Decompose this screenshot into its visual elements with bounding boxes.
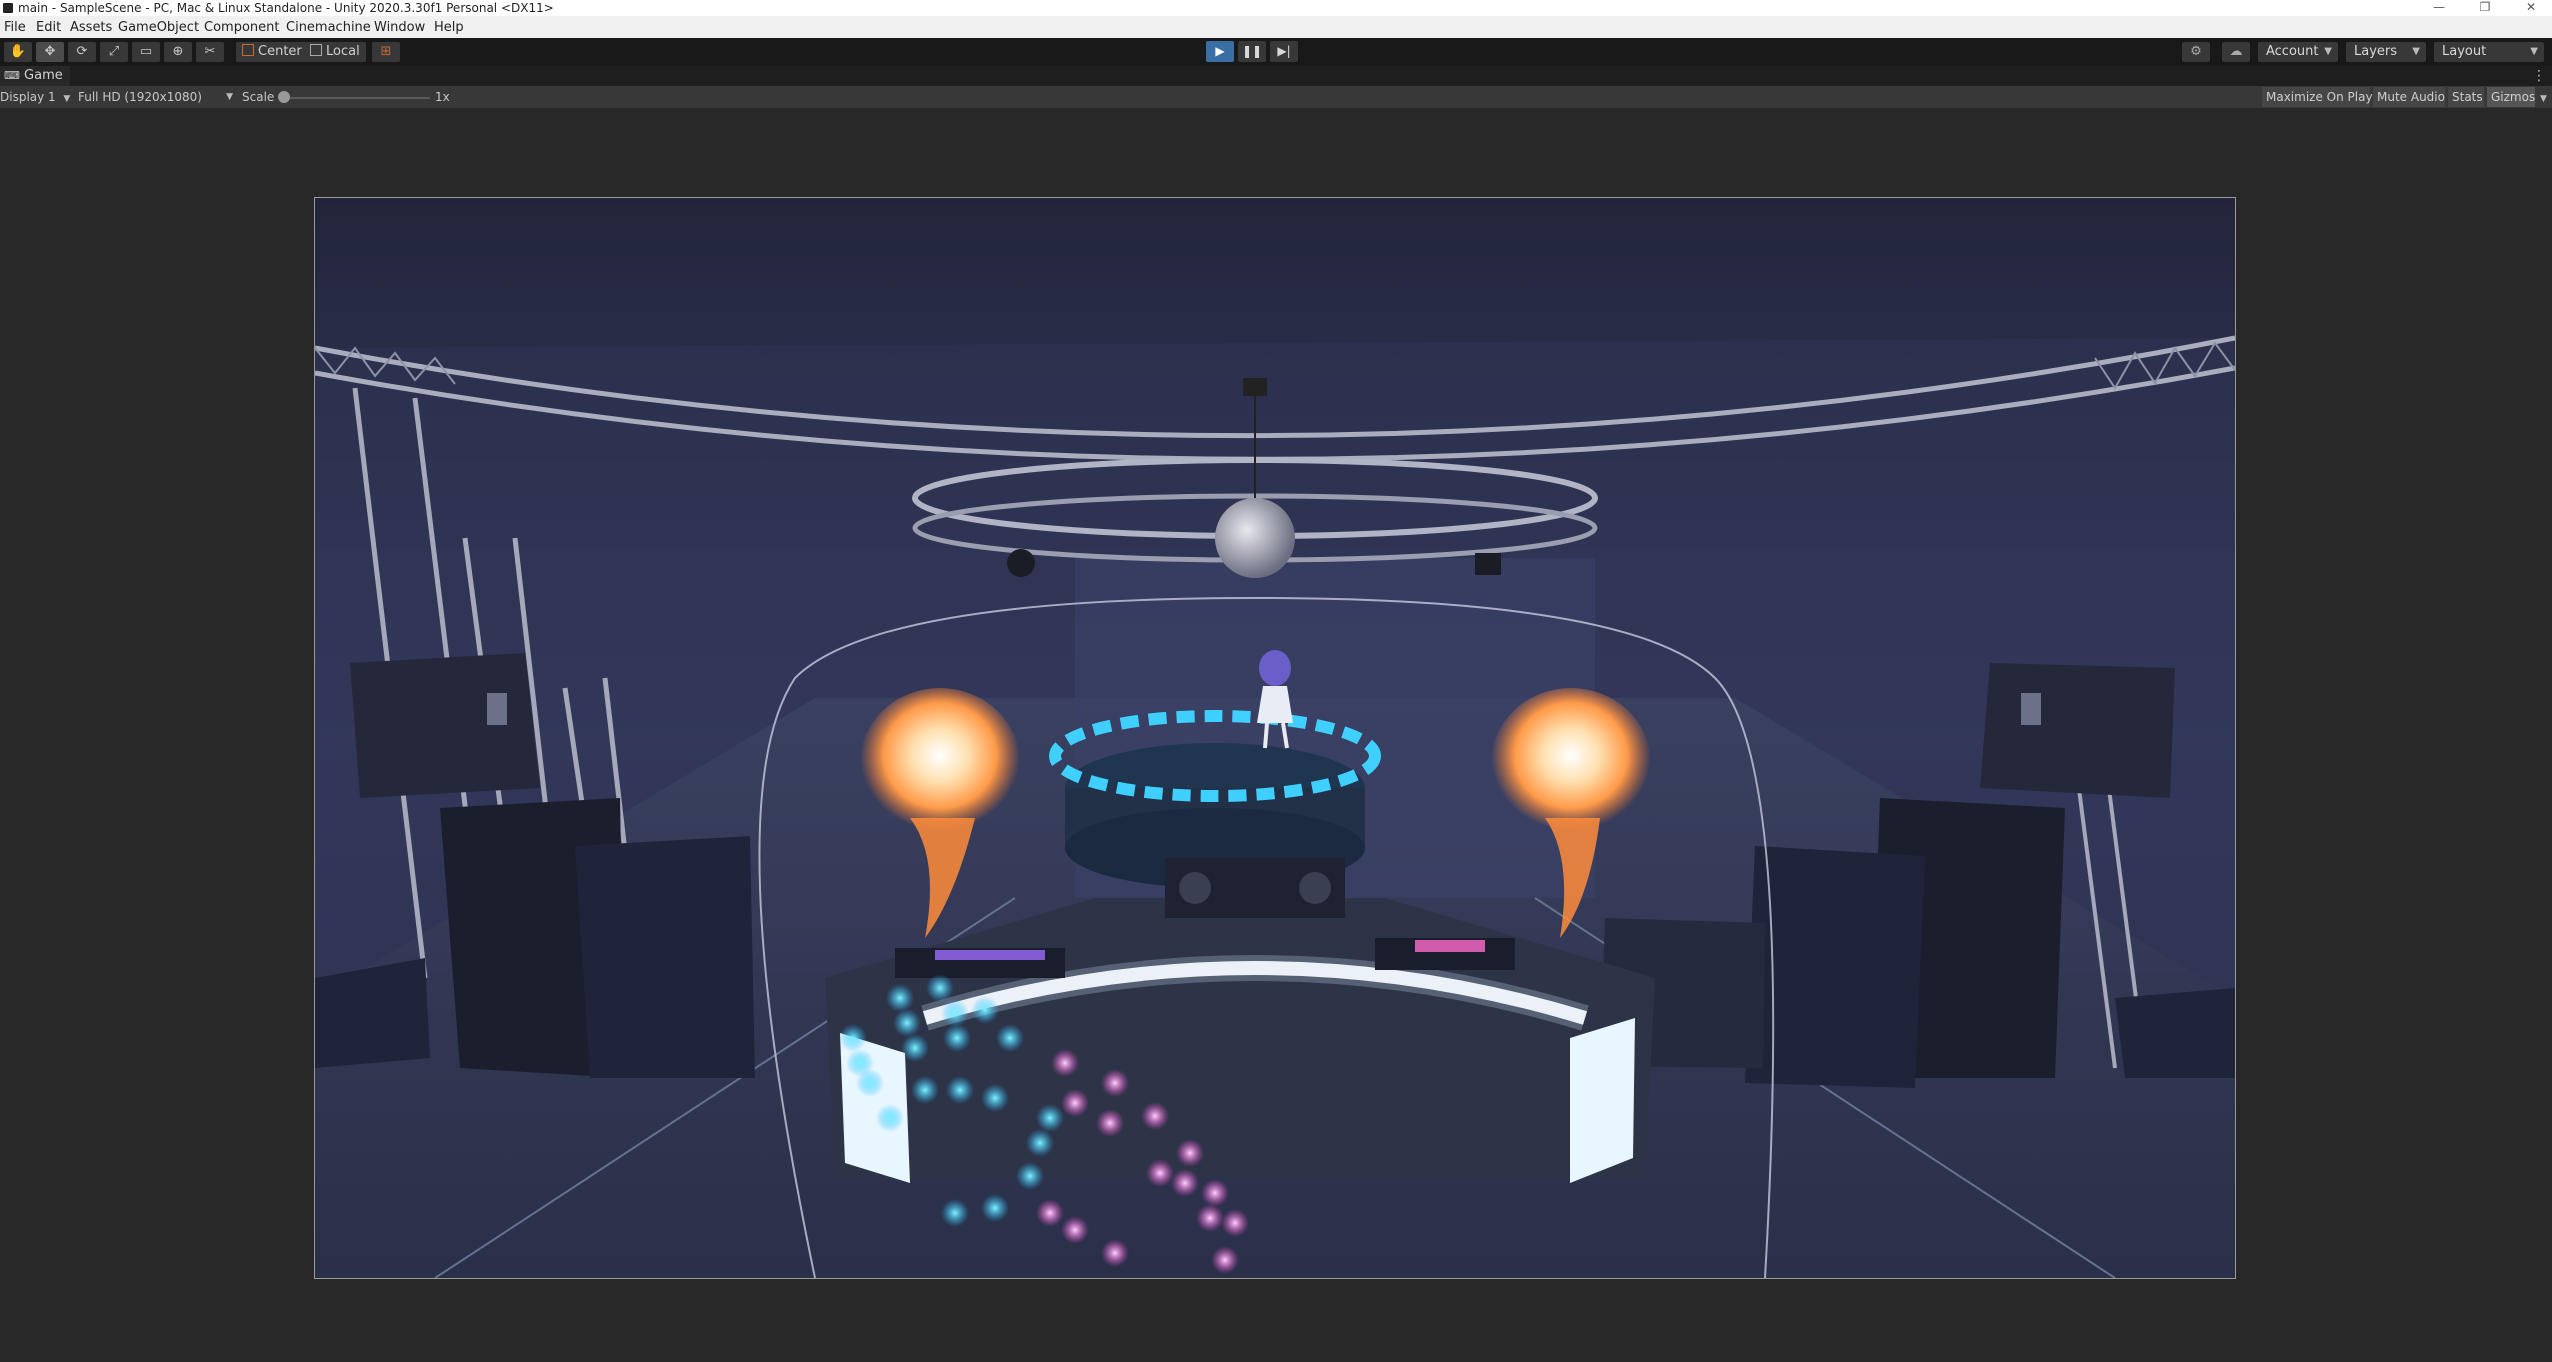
chevron-down-icon: ▼ — [63, 94, 71, 104]
resolution-label: Full HD (1920x1080) — [78, 90, 202, 104]
tab-game-label: Game — [24, 68, 63, 83]
transform-tool-icon[interactable]: ⊕ — [164, 42, 192, 62]
restore-button[interactable]: ❐ — [2470, 0, 2500, 16]
layout-dropdown[interactable]: Layout ▼ — [2434, 42, 2544, 62]
menu-edit[interactable]: Edit — [36, 20, 61, 35]
tab-game[interactable]: ⌨ Game — [0, 66, 70, 86]
kebab-menu-icon[interactable]: ⋮ — [2532, 66, 2546, 86]
stats-button[interactable]: Stats — [2448, 87, 2484, 107]
chevron-down-icon: ▼ — [2412, 46, 2420, 57]
chevron-down-icon: ▼ — [2324, 46, 2332, 57]
pivot-mode-toggle[interactable]: Center — [236, 42, 308, 62]
game-viewport[interactable] — [314, 197, 2236, 1279]
layers-label: Layers — [2354, 44, 2398, 59]
menu-gameobject[interactable]: GameObject — [118, 20, 199, 35]
step-button[interactable]: ▶| — [1270, 41, 1298, 62]
rotate-tool-icon[interactable]: ⟳ — [68, 42, 96, 62]
close-button[interactable]: ✕ — [2516, 0, 2546, 16]
cloud-icon[interactable]: ☁ — [2222, 42, 2250, 62]
scale-slider-handle[interactable] — [278, 91, 290, 103]
grid-snap-icon[interactable]: ⊞ — [372, 42, 400, 62]
pivot-mode-label: Center — [258, 44, 302, 59]
chevron-down-icon: ▼ — [226, 92, 233, 102]
resolution-dropdown[interactable]: Full HD (1920x1080) ▼ — [78, 89, 233, 105]
menu-component[interactable]: Component — [204, 20, 279, 35]
menu-cinemachine[interactable]: Cinemachine — [286, 20, 371, 35]
gamepad-icon: ⌨ — [4, 69, 20, 82]
window-title: main - SampleScene - PC, Mac & Linux Sta… — [18, 1, 554, 15]
menu-help[interactable]: Help — [434, 20, 464, 35]
play-button[interactable]: ▶ — [1206, 41, 1234, 62]
minimize-button[interactable]: — — [2424, 0, 2454, 16]
pivot-center-icon — [242, 44, 254, 56]
account-dropdown[interactable]: Account ▼ — [2258, 42, 2338, 62]
layers-dropdown[interactable]: Layers ▼ — [2346, 42, 2426, 62]
menu-assets[interactable]: Assets — [70, 20, 112, 35]
chevron-down-icon[interactable]: ▼ — [2540, 89, 2547, 107]
unity-logo-icon — [3, 3, 13, 13]
mute-audio-button[interactable]: Mute Audio — [2373, 87, 2445, 107]
game-scene-render — [315, 198, 2235, 1278]
pivot-space-label: Local — [326, 44, 360, 59]
account-label: Account — [2266, 44, 2319, 59]
scale-value: 1x — [435, 90, 450, 104]
scale-tool-icon[interactable]: ⤢ — [100, 42, 128, 62]
rect-tool-icon[interactable]: ▭ — [132, 42, 160, 62]
display-dropdown[interactable]: Display 1 ▼ — [0, 89, 70, 107]
display-label: Display 1 — [0, 90, 56, 104]
window-title-bar: main - SampleScene - PC, Mac & Linux Sta… — [0, 0, 2552, 16]
chevron-down-icon: ▼ — [2530, 46, 2538, 57]
scale-slider-track[interactable] — [284, 97, 430, 99]
collab-icon[interactable]: ⚙ — [2182, 42, 2210, 62]
game-view-controls: Display 1 ▼ Full HD (1920x1080) ▼ Scale 1… — [0, 86, 2552, 108]
local-space-icon — [310, 44, 322, 56]
pause-button[interactable]: ❚❚ — [1238, 41, 1266, 62]
menu-window[interactable]: Window — [374, 20, 425, 35]
scale-label: Scale — [242, 90, 275, 104]
custom-tool-icon[interactable]: ✂ — [196, 42, 224, 62]
menu-file[interactable]: File — [4, 20, 26, 35]
move-tool-icon[interactable]: ✥ — [36, 42, 64, 62]
main-toolbar: ✋ ✥ ⟳ ⤢ ▭ ⊕ ✂ Center Local ⊞ ▶ ❚❚ ▶| ⚙ ☁… — [0, 38, 2552, 66]
menu-bar: File Edit Assets GameObject Component Ci… — [0, 16, 2552, 38]
maximize-on-play-button[interactable]: Maximize On Play — [2262, 87, 2373, 107]
game-tab-strip: ⌨ Game ⋮ — [0, 66, 2552, 86]
layout-label: Layout — [2442, 44, 2487, 59]
pivot-space-toggle[interactable]: Local — [304, 42, 366, 62]
gizmos-button[interactable]: Gizmos — [2487, 87, 2535, 107]
hand-tool-icon[interactable]: ✋ — [4, 42, 32, 62]
